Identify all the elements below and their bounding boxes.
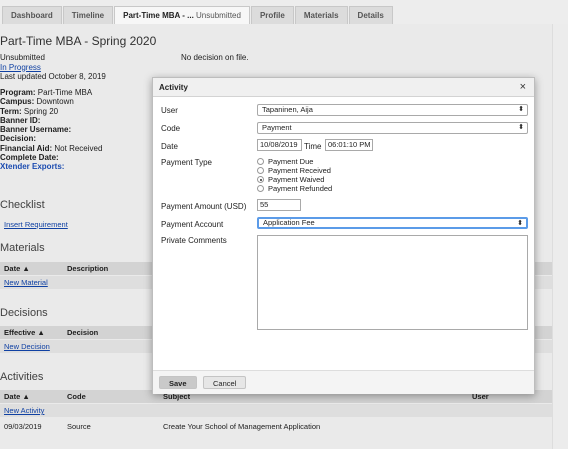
- payment-account-label: Payment Account: [161, 220, 224, 229]
- time-label: Time: [304, 142, 322, 151]
- dialog-footer: Save Cancel: [153, 370, 534, 394]
- activity-dialog: Activity × User Tapaninen, Aija ⬍ Code P…: [152, 77, 535, 394]
- tab-application-label: Part-Time MBA - ...: [123, 11, 194, 20]
- date-field[interactable]: 10/08/2019: [257, 139, 302, 151]
- select-arrows-icon: ⬍: [518, 124, 524, 131]
- radio-label: Payment Refunded: [268, 184, 333, 193]
- radio-selected-icon: [257, 176, 264, 183]
- select-arrows-icon: ⬍: [518, 106, 524, 113]
- save-button[interactable]: Save: [159, 376, 197, 389]
- code-select[interactable]: Payment ⬍: [257, 122, 528, 134]
- code-label: Code: [161, 124, 181, 133]
- select-arrows-icon: ⬍: [517, 220, 523, 227]
- private-comments-textarea[interactable]: [257, 235, 528, 330]
- payment-type-received[interactable]: Payment Received: [257, 166, 331, 175]
- payment-amount-label: Payment Amount (USD): [161, 202, 247, 211]
- payment-type-due[interactable]: Payment Due: [257, 157, 313, 166]
- tab-dashboard[interactable]: Dashboard: [2, 6, 62, 24]
- tab-bar: Dashboard Timeline Part-Time MBA - ... U…: [0, 0, 568, 24]
- user-select-value: Tapaninen, Aija: [262, 105, 313, 114]
- tab-details[interactable]: Details: [348, 6, 393, 24]
- cancel-button[interactable]: Cancel: [203, 376, 247, 389]
- payment-account-select[interactable]: Application Fee ⬍: [257, 217, 528, 229]
- payment-type-waived[interactable]: Payment Waived: [257, 175, 324, 184]
- tab-application[interactable]: Part-Time MBA - ... Unsubmitted: [114, 6, 250, 24]
- radio-icon: [257, 158, 264, 165]
- time-field[interactable]: 06:01:10 PM: [325, 139, 373, 151]
- close-icon[interactable]: ×: [520, 81, 526, 93]
- dialog-header: Activity ×: [153, 78, 534, 97]
- payment-amount-field[interactable]: 55: [257, 199, 301, 211]
- payment-account-value: Application Fee: [263, 218, 315, 227]
- tab-list: Dashboard Timeline Part-Time MBA - ... U…: [2, 6, 394, 24]
- user-select[interactable]: Tapaninen, Aija ⬍: [257, 104, 528, 116]
- radio-label: Payment Received: [268, 166, 331, 175]
- radio-icon: [257, 167, 264, 174]
- date-label: Date: [161, 142, 178, 151]
- private-comments-label: Private Comments: [161, 236, 227, 245]
- dialog-title: Activity: [159, 83, 188, 92]
- payment-type-refunded[interactable]: Payment Refunded: [257, 184, 332, 193]
- radio-label: Payment Due: [268, 157, 314, 166]
- user-label: User: [161, 106, 178, 115]
- tab-application-status: Unsubmitted: [196, 11, 241, 20]
- tab-profile[interactable]: Profile: [250, 6, 294, 24]
- scrollbar[interactable]: [552, 24, 568, 449]
- payment-type-label: Payment Type: [161, 158, 212, 167]
- code-select-value: Payment: [262, 123, 292, 132]
- radio-label: Payment Waived: [268, 175, 325, 184]
- radio-icon: [257, 185, 264, 192]
- tab-timeline[interactable]: Timeline: [62, 6, 114, 24]
- tab-materials[interactable]: Materials: [294, 6, 348, 24]
